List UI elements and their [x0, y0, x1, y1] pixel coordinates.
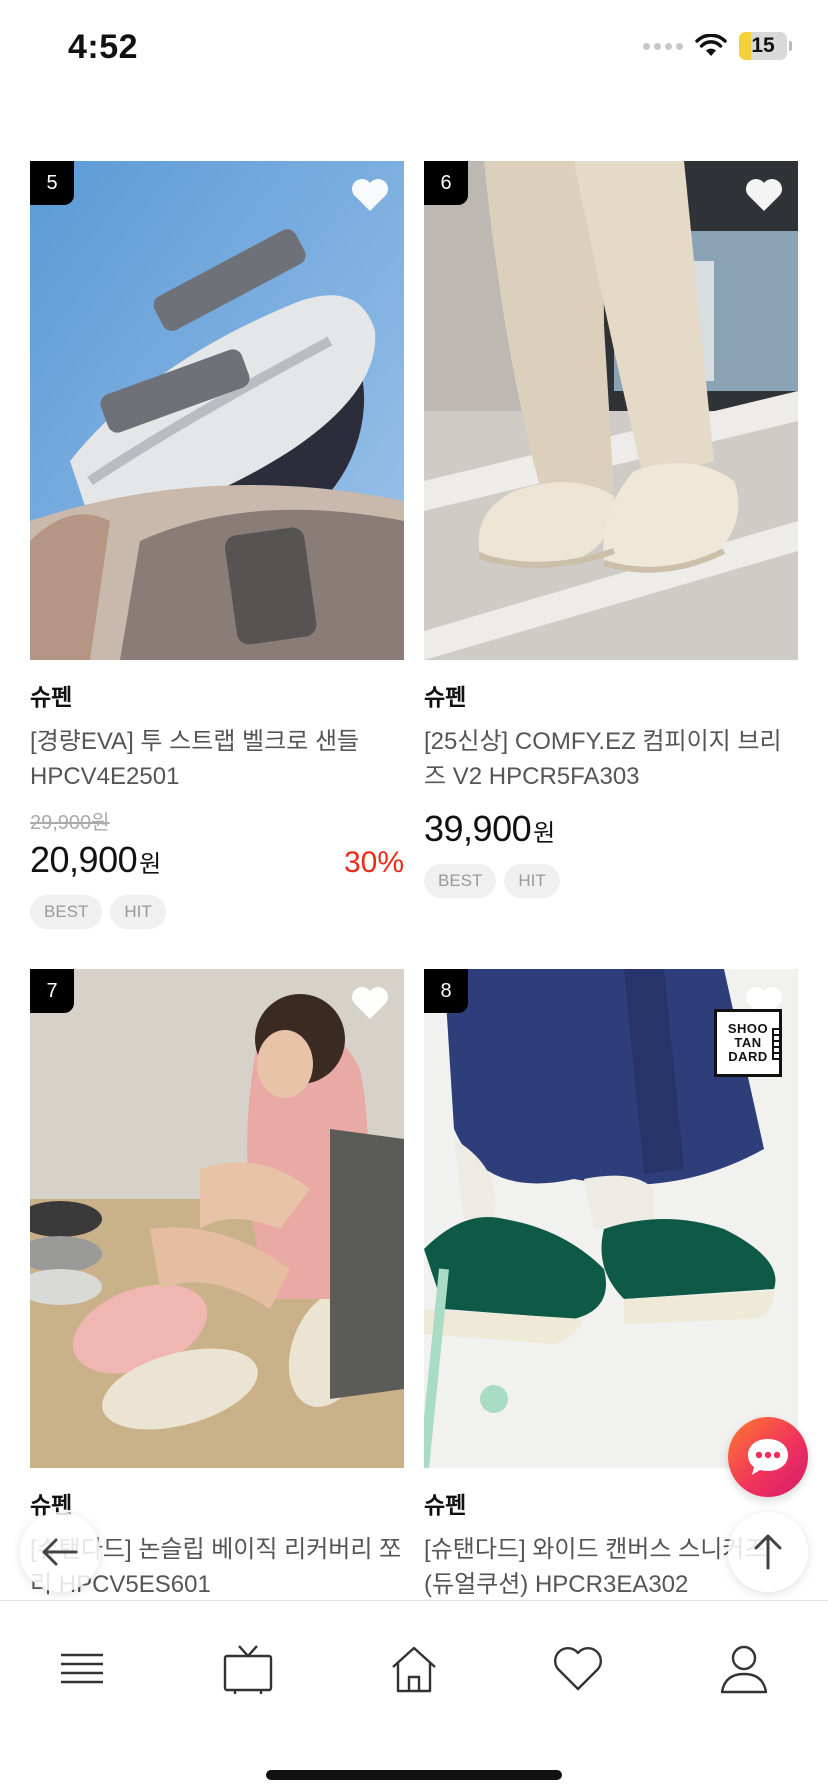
product-name[interactable]: [경량EVA] 투 스트랩 벨크로 샌들 HPCV4E2501	[30, 724, 404, 794]
menu-icon	[61, 1653, 103, 1684]
wifi-icon	[695, 34, 727, 56]
status-time: 4:52	[68, 28, 139, 66]
shootandard-logo: SHOO TAN DARD	[714, 1009, 782, 1077]
cellular-signal-icon	[643, 42, 683, 50]
user-icon	[720, 1645, 768, 1694]
rank-badge: 5	[30, 161, 74, 205]
product-tags: BEST HIT	[424, 864, 798, 898]
tag-hit: HIT	[504, 864, 560, 898]
product-name[interactable]: [25신상] COMFY.EZ 컴피이지 브리즈 V2 HPCR5FA303	[424, 724, 798, 794]
product-image[interactable]: 5	[30, 161, 404, 660]
home-indicator	[266, 1770, 562, 1780]
product-card[interactable]: 8 SHOO TAN DARD 슈펜 [슈탠다드] 와이드 캔버스 스니커즈 (…	[424, 969, 798, 1602]
flipflop-model-photo	[30, 969, 404, 1468]
wishlist-heart-icon[interactable]	[744, 177, 784, 213]
product-tags: BEST HIT	[30, 895, 404, 929]
status-icons: 15	[643, 32, 792, 60]
product-card[interactable]: 7 슈펜 [슈탠다드] 논슬립 베이직 리커버리 쪼리 HPCV5ES601	[30, 969, 404, 1602]
sale-price: 20,900원	[30, 839, 161, 880]
product-card[interactable]: 5 슈펜 [경량EVA] 투 스트랩 벨크로 샌들 HPCV4E2501 29,…	[30, 161, 404, 929]
arrow-up-icon	[754, 1534, 782, 1570]
battery-indicator: 15	[739, 32, 787, 60]
wishlist-heart-icon[interactable]	[350, 177, 390, 213]
price-row: 20,900원 30%	[30, 839, 404, 881]
nav-home[interactable]	[384, 1639, 444, 1699]
brand-name: 슈펜	[30, 1492, 73, 1518]
product-image[interactable]: 6	[424, 161, 798, 660]
arrow-left-icon	[42, 1538, 78, 1566]
nav-wishlist[interactable]	[548, 1639, 608, 1699]
tag-best: BEST	[424, 864, 497, 898]
product-image[interactable]: 7	[30, 969, 404, 1468]
rank-badge: 7	[30, 969, 74, 1013]
status-bar: 4:52 15	[0, 0, 828, 100]
tag-hit: HIT	[110, 895, 166, 929]
sandal-photo	[30, 161, 404, 660]
brand-name: 슈펜	[424, 684, 467, 710]
bottom-navigation	[0, 1600, 828, 1792]
original-price: 29,900원	[30, 812, 110, 834]
nav-tv[interactable]	[218, 1639, 278, 1699]
nav-mypage[interactable]	[714, 1639, 774, 1699]
brand-name: 슈펜	[30, 684, 73, 710]
product-card[interactable]: 6 슈펜 [25신상] COMFY.EZ 컴피이지 브리즈 V2 HPCR5FA…	[424, 161, 798, 898]
product-image[interactable]: 8 SHOO TAN DARD	[424, 969, 798, 1468]
chat-bubble-icon	[748, 1439, 788, 1475]
heart-icon	[554, 1647, 602, 1691]
sneaker-street-photo	[424, 161, 798, 660]
chat-button[interactable]	[728, 1417, 808, 1497]
nav-menu[interactable]	[52, 1639, 112, 1699]
battery-level: 15	[751, 34, 775, 57]
back-button[interactable]	[20, 1512, 100, 1592]
wishlist-heart-icon[interactable]	[350, 985, 390, 1021]
scroll-top-button[interactable]	[728, 1512, 808, 1592]
home-icon	[392, 1646, 436, 1693]
battery-tip	[789, 41, 792, 51]
tag-best: BEST	[30, 895, 103, 929]
rank-badge: 8	[424, 969, 468, 1013]
price-row: 39,900원	[424, 808, 798, 850]
discount-rate: 30%	[343, 846, 404, 879]
rank-badge: 6	[424, 161, 468, 205]
sale-price: 39,900원	[424, 808, 555, 849]
brand-name: 슈펜	[424, 1492, 467, 1518]
tv-icon	[223, 1645, 273, 1694]
